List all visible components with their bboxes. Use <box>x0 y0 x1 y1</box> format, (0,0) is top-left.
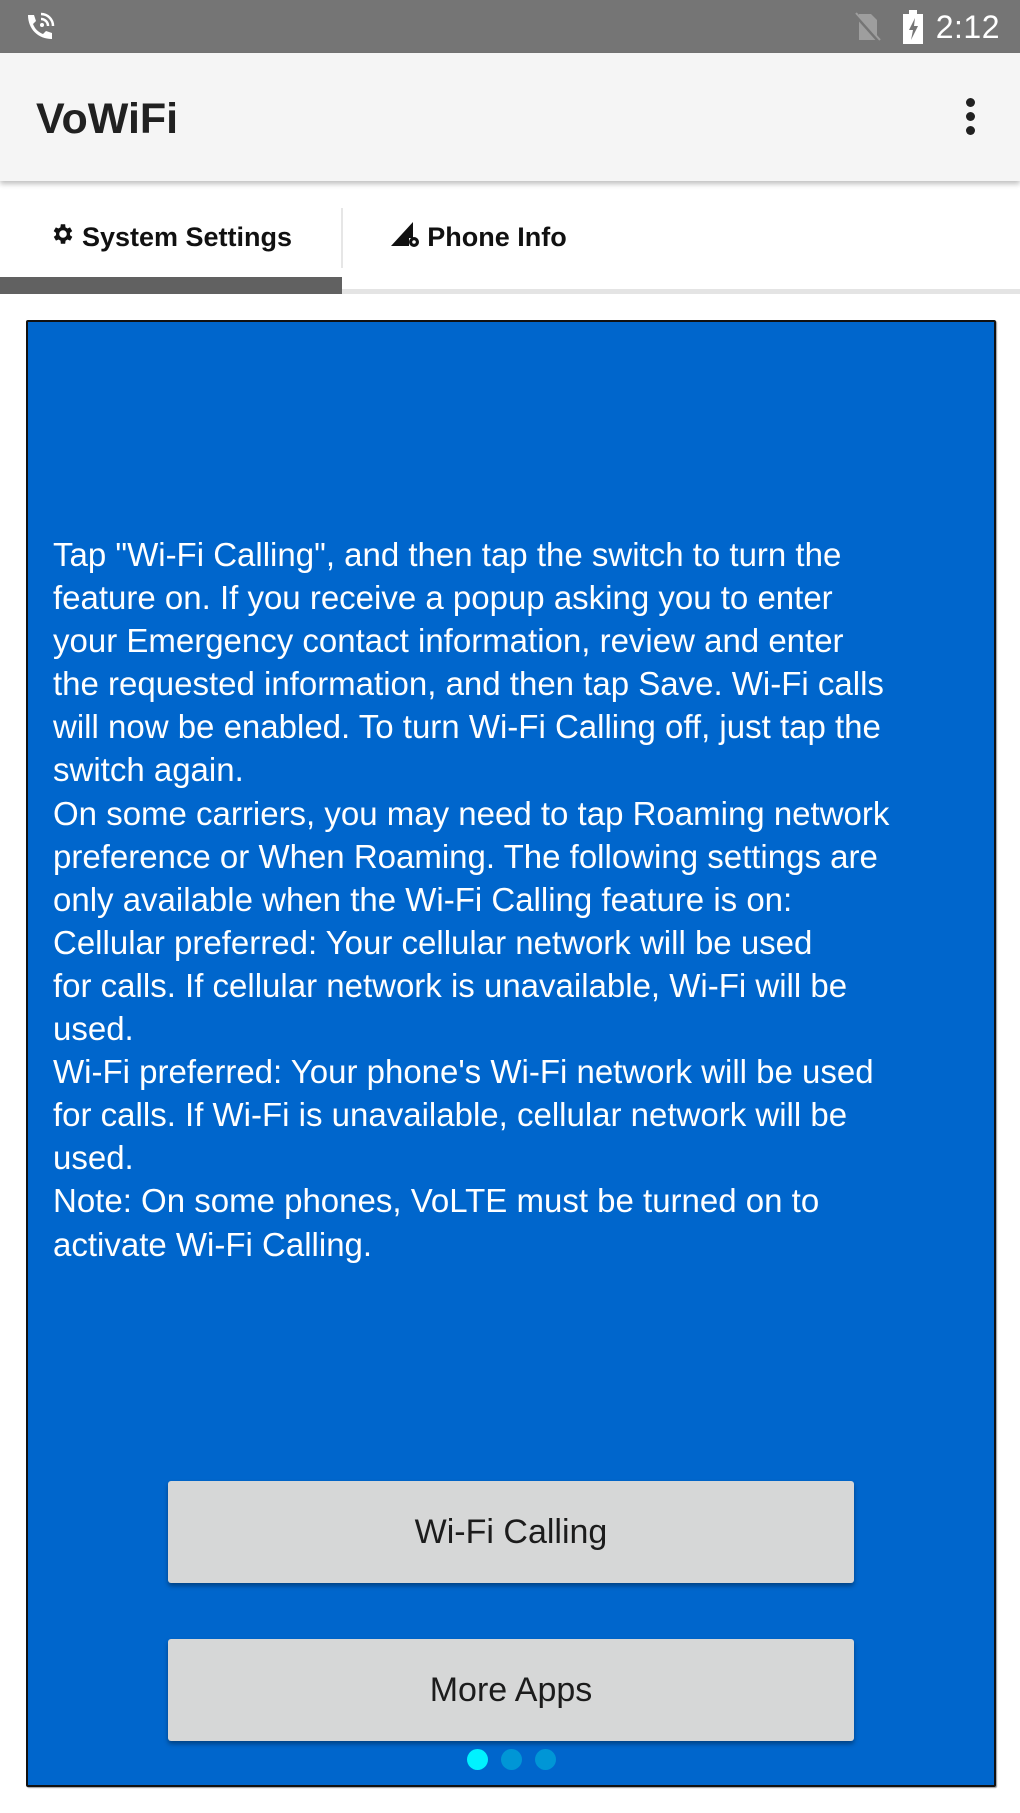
instruction-line: Note: On some phones, VoLTE must be turn… <box>53 1182 820 1220</box>
instruction-line: Cellular preferred: Your cellular networ… <box>53 923 813 961</box>
selected-tab-indicator <box>0 277 342 294</box>
app-title: VoWiFi <box>36 95 179 143</box>
instruction-line: for calls. If cellular network is unavai… <box>53 966 848 1004</box>
instruction-line: only available when the Wi-Fi Calling fe… <box>53 880 793 918</box>
instruction-line: feature on. If you receive a popup askin… <box>53 579 833 617</box>
tab-label: Phone Info <box>427 221 567 252</box>
instruction-line: will now be enabled. To turn Wi-Fi Calli… <box>53 708 881 746</box>
wifi-calling-button[interactable]: Wi-Fi Calling <box>168 1481 854 1583</box>
instruction-line: activate Wi-Fi Calling. <box>53 1225 373 1263</box>
instructions-text: Tap "Wi-Fi Calling", and then tap the sw… <box>53 533 983 1266</box>
clock: 2:12 <box>935 9 1000 45</box>
more-vert-icon[interactable] <box>955 93 985 153</box>
tab-label: System Settings <box>81 221 293 252</box>
gear-icon <box>50 221 76 254</box>
instruction-line: used. <box>53 1010 134 1048</box>
more-apps-button[interactable]: More Apps <box>168 1639 854 1741</box>
instruction-line: used. <box>53 1139 134 1177</box>
tab-bar: System Settings Phone Info <box>0 181 1020 295</box>
wifi-calling-icon <box>24 11 56 48</box>
battery-charging-icon <box>901 10 925 49</box>
instruction-line: switch again. <box>53 751 244 789</box>
no-sim-icon <box>852 12 882 47</box>
instruction-line: your Emergency contact information, revi… <box>53 622 844 660</box>
instruction-line: Wi-Fi preferred: Your phone's Wi-Fi netw… <box>53 1053 874 1091</box>
page-dot[interactable] <box>467 1749 488 1770</box>
page-dot[interactable] <box>501 1749 522 1770</box>
app-toolbar: VoWiFi <box>0 53 1020 181</box>
tab-phone-info[interactable]: Phone Info <box>343 181 615 293</box>
instruction-line: preference or When Roaming. The followin… <box>53 837 878 875</box>
instruction-line: for calls. If Wi-Fi is unavailable, cell… <box>53 1096 848 1134</box>
instruction-line: On some carriers, you may need to tap Ro… <box>53 794 890 832</box>
instruction-line: Tap "Wi-Fi Calling", and then tap the sw… <box>53 536 842 573</box>
instruction-panel: Tap "Wi-Fi Calling", and then tap the sw… <box>26 320 996 1787</box>
page-dot[interactable] <box>535 1749 556 1770</box>
instruction-line: the requested information, and then tap … <box>53 665 884 703</box>
status-bar: 2:12 <box>0 0 1020 53</box>
signal-settings-icon <box>391 220 421 255</box>
